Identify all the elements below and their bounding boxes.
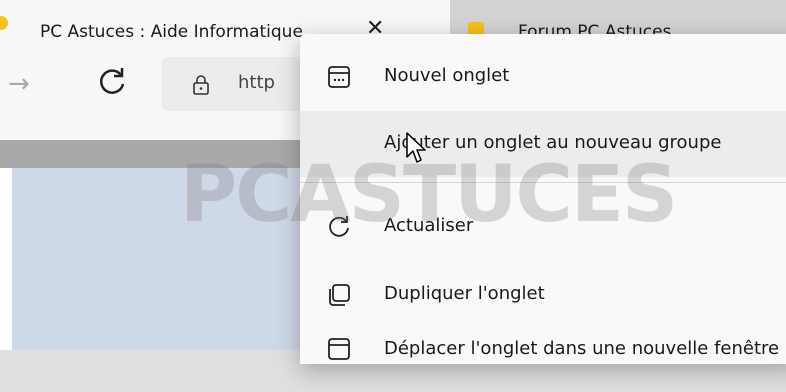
menu-item-move-to-new-window[interactable]: Déplacer l'onglet dans une nouvelle fenê… <box>300 326 786 392</box>
window-icon <box>328 338 350 360</box>
duplicate-icon <box>329 284 350 306</box>
lock-icon <box>193 75 209 95</box>
forward-arrow-icon[interactable]: → <box>8 69 30 99</box>
menu-item-label: Nouvel onglet <box>384 65 510 86</box>
menu-item-duplicate-tab[interactable]: Dupliquer l'onglet <box>300 262 786 328</box>
menu-item-new-tab[interactable]: Nouvel onglet <box>300 44 786 110</box>
page-left-margin <box>0 168 12 350</box>
url-text: http <box>238 72 275 93</box>
site-favicon-icon <box>0 16 8 30</box>
mouse-cursor-icon <box>406 132 426 163</box>
tab-title: PC Astuces : Aide Informatique <box>40 22 303 42</box>
menu-item-label: Déplacer l'onglet dans une nouvelle fenê… <box>384 338 780 359</box>
new-tab-icon <box>328 66 350 88</box>
reload-icon[interactable] <box>94 65 130 101</box>
menu-item-label: Dupliquer l'onglet <box>384 283 545 304</box>
